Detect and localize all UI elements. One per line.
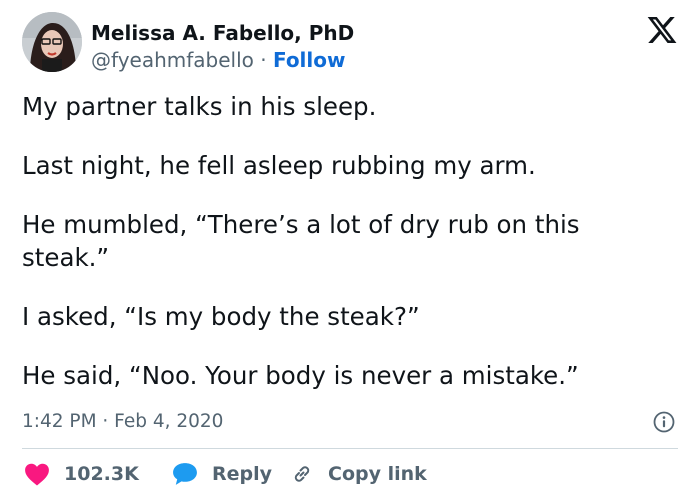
tweet-paragraph: I asked, “Is my body the steak?” bbox=[22, 302, 420, 331]
tweet-header: Melissa A. Fabello, PhD @fyeahmfabello ·… bbox=[22, 12, 682, 78]
reply-label: Reply bbox=[212, 463, 273, 485]
divider bbox=[22, 448, 678, 449]
author-handle[interactable]: @fyeahmfabello bbox=[91, 48, 254, 72]
tweet-paragraph: He mumbled, “There’s a lot of dry rub on… bbox=[22, 210, 580, 272]
tweet-text: My partner talks in his sleep. Last nigh… bbox=[22, 90, 662, 418]
link-icon bbox=[294, 466, 310, 482]
like-count: 102.3K bbox=[64, 463, 139, 485]
heart-icon bbox=[25, 463, 49, 486]
avatar[interactable] bbox=[22, 12, 82, 72]
tweet-paragraph: My partner talks in his sleep. bbox=[22, 92, 377, 121]
reply-button[interactable]: Reply bbox=[172, 456, 272, 492]
tweet-card: Melissa A. Fabello, PhD @fyeahmfabello ·… bbox=[0, 0, 700, 502]
follow-button[interactable]: Follow bbox=[273, 48, 346, 72]
separator-dot: · bbox=[260, 48, 267, 72]
tweet-paragraph: He said, “Noo. Your body is never a mist… bbox=[22, 361, 579, 390]
info-icon[interactable] bbox=[652, 410, 676, 434]
action-bar: 102.3K Reply Copy link bbox=[22, 456, 678, 492]
copy-link-button[interactable]: Copy link bbox=[290, 456, 427, 492]
speech-bubble-icon bbox=[173, 463, 197, 485]
like-button[interactable]: 102.3K bbox=[24, 456, 139, 492]
copy-link-label: Copy link bbox=[328, 463, 427, 485]
tweet-timestamp[interactable]: 1:42 PM · Feb 4, 2020 bbox=[22, 411, 223, 432]
author-handle-row: @fyeahmfabello · Follow bbox=[91, 48, 346, 72]
tweet-paragraph: Last night, he fell asleep rubbing my ar… bbox=[22, 151, 536, 180]
author-name[interactable]: Melissa A. Fabello, PhD bbox=[91, 21, 354, 45]
x-logo-icon[interactable] bbox=[646, 14, 678, 46]
tweet-meta: 1:42 PM · Feb 4, 2020 bbox=[22, 408, 678, 438]
